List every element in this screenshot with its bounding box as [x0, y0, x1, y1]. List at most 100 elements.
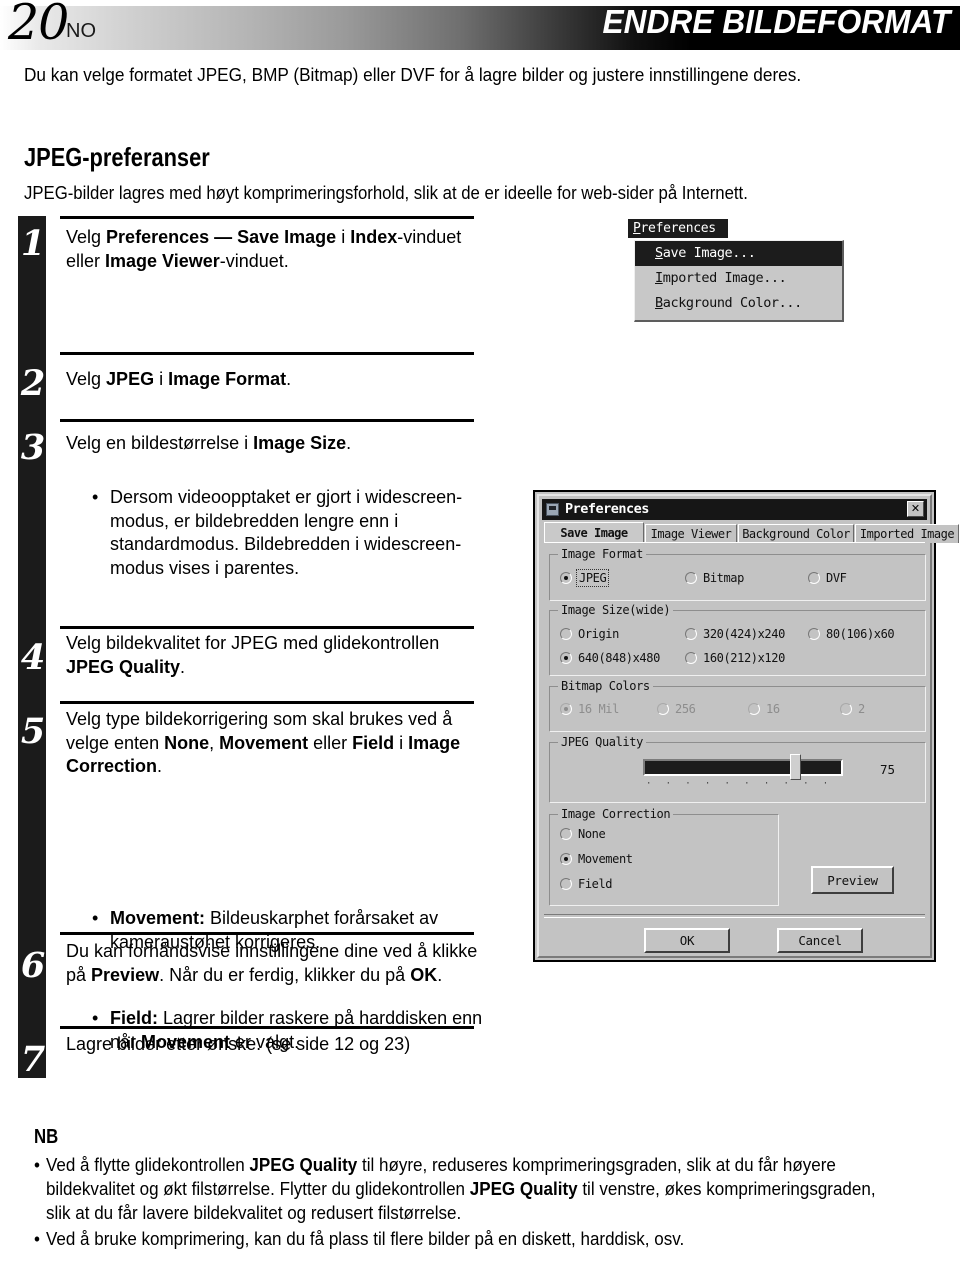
step-3-bullet: Dersom videoopptaket er gjort i widescre… — [90, 486, 510, 580]
group-label-bitmap-colors: Bitmap Colors — [558, 679, 653, 693]
radio-correction-field[interactable]: Field — [560, 877, 613, 891]
step-text-3: Velg en bildestørrelse i Image Size. — [66, 433, 352, 453]
menu-item-save-image[interactable]: Save Image... — [635, 241, 842, 266]
step-text-2: Velg JPEG i Image Format. — [66, 369, 292, 389]
menu-item-label: ave Image... — [662, 245, 756, 261]
tab-background-color[interactable]: Background Color — [738, 524, 854, 543]
section-subtext: JPEG-bilder lagres med høyt komprimering… — [24, 183, 748, 203]
radio-label: 160(212)x120 — [703, 651, 785, 665]
menu-item-label: mported Image... — [662, 270, 787, 286]
note-item-1: Ved å flytte glidekontrollen JPEG Qualit… — [34, 1153, 880, 1225]
radio-icon — [560, 853, 572, 865]
dialog-inner-frame: Preferences ✕ Save Image Image Viewer Ba… — [537, 494, 959, 958]
step-number-1: 1 — [20, 223, 46, 264]
step-text-6: Du kan forhåndsvise innstillingene dine … — [66, 941, 478, 985]
radio-icon — [560, 703, 572, 715]
page-title: ENDRE BILDEFORMAT — [602, 3, 950, 40]
radio-icon — [748, 703, 760, 715]
tab-imported-image[interactable]: Imported Image — [855, 524, 959, 543]
step-text-1: Velg Preferences — Save Image i Index-vi… — [66, 227, 462, 271]
radio-label: 16 Mil — [578, 702, 619, 716]
radio-label: Field — [578, 877, 613, 891]
step-number-7: 7 — [20, 1039, 46, 1080]
radio-correction-none[interactable]: None — [560, 827, 606, 841]
menu-dropdown-panel: Save Image... Imported Image... Backgrou… — [634, 240, 844, 322]
radio-colors-16: 16 — [748, 702, 780, 716]
step-number-2: 2 — [20, 363, 46, 404]
radio-label: None — [578, 827, 606, 841]
radio-size-160[interactable]: 160(212)x120 — [685, 651, 785, 665]
radio-format-bitmap[interactable]: Bitmap — [685, 571, 744, 585]
note-section: NB Ved å flytte glidekontrollen JPEG Qua… — [34, 1126, 954, 1251]
radio-size-320[interactable]: 320(424)x240 — [685, 627, 785, 641]
note-item-2: Ved å bruke komprimering, kan du få plas… — [34, 1227, 880, 1251]
radio-format-jpeg[interactable]: JPEG — [560, 569, 610, 587]
radio-icon — [560, 628, 572, 640]
menu-title-label: references — [640, 221, 717, 236]
radio-icon — [560, 572, 572, 584]
step-number-4: 4 — [20, 637, 46, 678]
ok-button[interactable]: OK — [644, 928, 730, 953]
radio-correction-movement[interactable]: Movement — [560, 852, 633, 866]
radio-icon — [560, 652, 572, 664]
step-divider — [60, 932, 474, 935]
group-jpeg-quality: JPEG Quality · · · · · · · · · · · · · ·… — [549, 735, 926, 803]
radio-label: 640(848)x480 — [578, 651, 660, 665]
jpeg-quality-slider-thumb[interactable] — [790, 754, 801, 780]
tab-image-viewer[interactable]: Image Viewer — [645, 524, 737, 543]
radio-icon — [560, 828, 572, 840]
preferences-dialog: Preferences ✕ Save Image Image Viewer Ba… — [533, 490, 959, 962]
step-number-3: 3 — [20, 427, 46, 468]
group-image-size: Image Size(wide) Origin 320(424)x240 80(… — [549, 603, 926, 676]
tab-save-image[interactable]: Save Image — [544, 522, 644, 543]
group-label-image-size: Image Size(wide) — [558, 603, 674, 617]
radio-icon — [840, 703, 852, 715]
slider-tick-marks: · · · · · · · · · · · · · · · · · · · · — [646, 779, 842, 786]
step-divider — [60, 352, 474, 355]
dialog-title-bar: Preferences ✕ — [542, 499, 927, 520]
dialog-title: Preferences — [565, 501, 649, 517]
jpeg-quality-value: 75 — [880, 762, 896, 777]
radio-icon — [657, 703, 669, 715]
preferences-menu-screenshot: Preferences Save Image... Imported Image… — [628, 219, 844, 324]
radio-icon — [685, 572, 697, 584]
radio-icon — [685, 652, 697, 664]
radio-label: JPEG — [575, 569, 610, 587]
radio-size-origin[interactable]: Origin — [560, 627, 619, 641]
menu-item-imported-image[interactable]: Imported Image... — [635, 266, 842, 291]
menu-item-label: ackground Color... — [662, 295, 803, 311]
step-divider — [60, 701, 474, 704]
step-number-6: 6 — [20, 945, 46, 986]
section-heading: JPEG-preferanser — [24, 142, 210, 172]
intro-paragraph: Du kan velge formatet JPEG, BMP (Bitmap)… — [24, 64, 802, 85]
page-language-code: NO — [66, 20, 96, 42]
note-heading: NB — [34, 1126, 59, 1148]
step-divider — [60, 419, 474, 422]
radio-icon — [685, 628, 697, 640]
radio-size-640[interactable]: 640(848)x480 — [560, 651, 660, 665]
step-text-7: Lagre bilder etter ønske. (se side 12 og… — [66, 1034, 411, 1054]
cancel-button[interactable]: Cancel — [777, 928, 863, 953]
preview-button[interactable]: Preview — [811, 866, 894, 894]
jpeg-quality-slider[interactable] — [643, 759, 843, 776]
tab-underline — [544, 542, 925, 543]
group-label-jpeg-quality: JPEG Quality — [558, 735, 646, 749]
radio-label: 256 — [675, 702, 696, 716]
radio-colors-16mil: 16 Mil — [560, 702, 619, 716]
step-divider — [60, 216, 474, 219]
menu-title-preferences[interactable]: Preferences — [628, 219, 728, 238]
group-label-image-format: Image Format — [558, 547, 646, 561]
dialog-separator — [544, 914, 925, 918]
radio-label: Bitmap — [703, 571, 744, 585]
radio-label: Movement — [578, 852, 633, 866]
group-label-image-correction: Image Correction — [558, 807, 674, 821]
radio-format-dvf[interactable]: DVF — [808, 571, 847, 585]
group-bitmap-colors: Bitmap Colors 16 Mil 256 16 2 — [549, 679, 926, 732]
group-image-format: Image Format JPEG Bitmap DVF — [549, 547, 926, 601]
page-number: 20 — [8, 0, 69, 51]
radio-size-80[interactable]: 80(106)x60 — [808, 627, 895, 641]
radio-colors-256: 256 — [657, 702, 696, 716]
menu-item-background-color[interactable]: Background Color... — [635, 291, 842, 316]
close-icon[interactable]: ✕ — [907, 501, 924, 517]
radio-icon — [808, 572, 820, 584]
